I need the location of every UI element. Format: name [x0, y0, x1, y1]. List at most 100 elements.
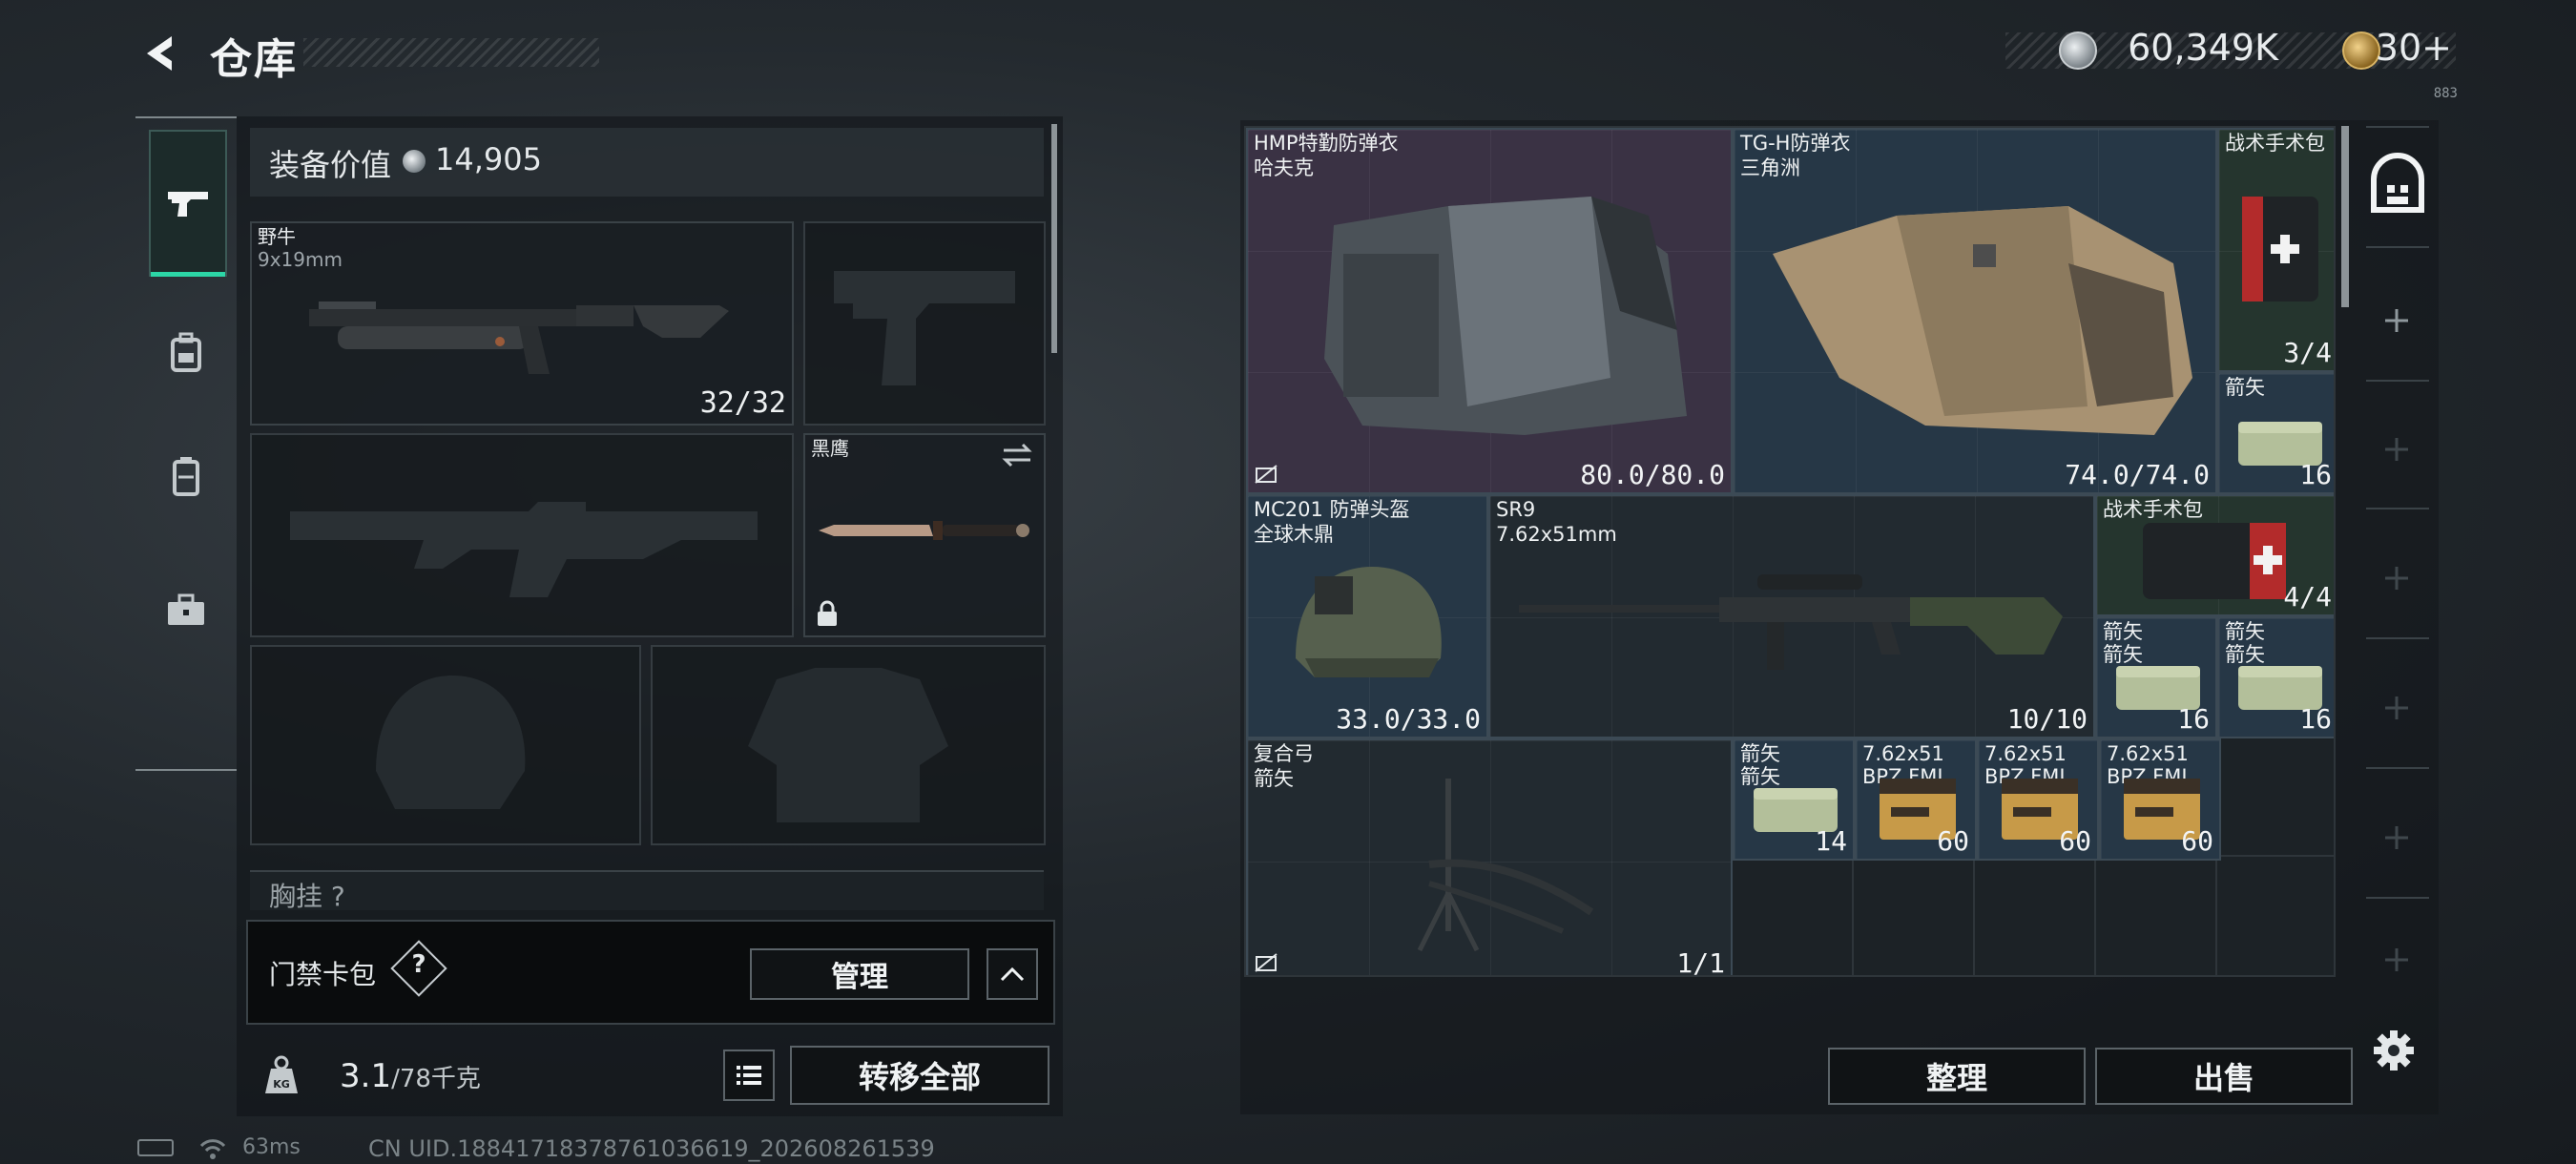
helmet-slot[interactable]: [250, 645, 641, 845]
item-name: MC201 防弹头盔: [1254, 498, 1410, 521]
add-page-icon[interactable]: [2381, 563, 2412, 593]
loadout-scrollbar[interactable]: [1051, 124, 1057, 353]
divider: [2366, 637, 2429, 639]
pistol-icon: [168, 192, 208, 217]
ammo-count: 32/32: [699, 386, 786, 420]
melee-name: 黑鹰: [811, 437, 849, 460]
stash-item[interactable]: 7.62x51 BPZ FMJ 60: [1977, 738, 2099, 861]
stash-item[interactable]: 箭矢 箭矢 16: [2217, 616, 2334, 738]
item-name: 7.62x51: [1862, 742, 1944, 765]
sort-button[interactable]: 整理: [1828, 1048, 2086, 1105]
item-name: 箭矢: [2225, 620, 2265, 643]
item-quantity: 1/1: [1676, 947, 1725, 977]
pistol-silhouette-icon: [834, 271, 1015, 385]
chest-rig-row[interactable]: [250, 870, 1044, 910]
add-page-icon[interactable]: [2381, 945, 2412, 975]
item-subname: 三角洲: [1740, 156, 1800, 179]
ping-text: 63ms: [242, 1135, 301, 1159]
item-quantity: 16: [2177, 703, 2210, 735]
item-quantity: 60: [2181, 825, 2213, 857]
melee-slot[interactable]: 黑鹰: [803, 433, 1046, 637]
armor-slot[interactable]: [651, 645, 1046, 845]
item-name: 箭矢: [1740, 742, 1780, 765]
equipment-value-label: 装备价值: [269, 147, 392, 183]
coin-amount: 60,349K: [2128, 27, 2278, 69]
nav-case[interactable]: [149, 538, 223, 681]
divider: [2366, 897, 2429, 899]
stash-item[interactable]: 7.62x51 BPZ FMJ 60: [1855, 738, 1977, 861]
help-icon[interactable]: ?: [399, 950, 439, 988]
stash-container-icon[interactable]: [2366, 153, 2429, 221]
item-subname: 箭矢: [1254, 767, 1294, 790]
item-quantity: 4/4: [2283, 581, 2332, 613]
stash-item[interactable]: MC201 防弹头盔 全球木鼎 33.0/33.0: [1246, 494, 1488, 738]
stash-item[interactable]: 箭矢 16: [2217, 372, 2334, 494]
secondary-weapon-slot[interactable]: [250, 433, 794, 637]
weapon-ammo-type: 9x19mm: [258, 248, 343, 271]
gold-amount[interactable]: 30+: [2376, 27, 2452, 69]
weight-display: 3.1/78千克: [340, 1057, 481, 1095]
stash-scrollbar[interactable]: [2341, 126, 2349, 307]
svg-text:KG: KG: [273, 1078, 290, 1091]
item-durability: 80.0/80.0: [1580, 459, 1725, 490]
swap-icon[interactable]: [1000, 441, 1034, 469]
loadout-category-nav: [135, 116, 237, 771]
stash-grid: HMP特勤防弹衣 哈夫克 80.0/80.0 TG-H防弹衣 三角洲 74.0/…: [1244, 126, 2336, 977]
item-name: TG-H防弹衣: [1740, 132, 1851, 155]
uid-text: CN UID.18841718378761036619_202608261539: [368, 1135, 935, 1162]
item-quantity: 3/4: [2283, 337, 2332, 368]
stash-item[interactable]: 复合弓 箭矢 1/1: [1246, 738, 1733, 977]
divider: [2366, 767, 2429, 769]
add-page-icon[interactable]: [2381, 693, 2412, 723]
nav-weapon[interactable]: [149, 130, 227, 277]
sell-button[interactable]: 出售: [2095, 1048, 2353, 1105]
list-view-button[interactable]: [723, 1050, 775, 1101]
stash-item[interactable]: 战术手术包 4/4: [2095, 494, 2334, 616]
stash-item[interactable]: 7.62x51 BPZ FMJ 60: [2099, 738, 2221, 861]
current-weight: 3.1: [340, 1057, 392, 1095]
add-page-icon[interactable]: [2381, 305, 2412, 336]
keycard-case-label: 门禁卡包: [269, 959, 377, 990]
helmet-image: [1296, 567, 1442, 677]
item-name: HMP特勤防弹衣: [1254, 132, 1399, 155]
helmet-silhouette-icon: [376, 676, 526, 809]
stash-item[interactable]: 战术手术包 3/4: [2217, 128, 2334, 372]
item-durability: 33.0/33.0: [1336, 703, 1481, 735]
weapon-name: 野牛: [258, 225, 296, 248]
item-quantity: 16: [2299, 703, 2332, 735]
battery-icon: [137, 1139, 174, 1156]
primary-weapon-slot[interactable]: 野牛 9x19mm 32/32: [250, 221, 794, 426]
manage-button[interactable]: 管理: [750, 948, 969, 1000]
smg-image: [309, 301, 729, 374]
nav-vest[interactable]: [149, 405, 223, 548]
wifi-icon: [199, 1139, 226, 1159]
stash-item[interactable]: 箭矢 箭矢 16: [2095, 616, 2217, 738]
item-name: 复合弓: [1254, 742, 1314, 765]
coin-icon: [2059, 31, 2097, 70]
equipment-value: 14,905: [435, 141, 542, 177]
sidearm-slot[interactable]: [803, 221, 1046, 426]
stash-item[interactable]: HMP特勤防弹衣 哈夫克 80.0/80.0: [1246, 128, 1733, 494]
item-name: 7.62x51: [2107, 742, 2189, 765]
add-page-icon[interactable]: [2381, 822, 2412, 853]
no-container-icon: [1255, 465, 1278, 484]
transfer-all-button[interactable]: 转移全部: [790, 1046, 1049, 1105]
stash-item[interactable]: SR9 7.62x51mm 10/10: [1488, 494, 2095, 738]
item-durability: 74.0/74.0: [2065, 459, 2210, 490]
divider: [2366, 380, 2429, 382]
divider: [2366, 246, 2429, 248]
divider: [2366, 126, 2429, 128]
gear-icon[interactable]: [2372, 1029, 2416, 1072]
back-button[interactable]: [134, 27, 191, 80]
stash-item[interactable]: TG-H防弹衣 三角洲 74.0/74.0: [1733, 128, 2217, 494]
rifle-image: [1519, 574, 2063, 670]
no-container-icon: [1255, 953, 1278, 972]
item-quantity: 16: [2299, 459, 2332, 490]
coin-icon: [403, 150, 426, 173]
collapse-button[interactable]: [987, 948, 1038, 1000]
stash-item[interactable]: 箭矢 箭矢 14: [1733, 738, 1855, 861]
item-subname: 全球木鼎: [1254, 523, 1334, 546]
nav-backpack[interactable]: [149, 281, 223, 424]
add-page-icon[interactable]: [2381, 434, 2412, 465]
item-name: 战术手术包: [2225, 132, 2325, 155]
